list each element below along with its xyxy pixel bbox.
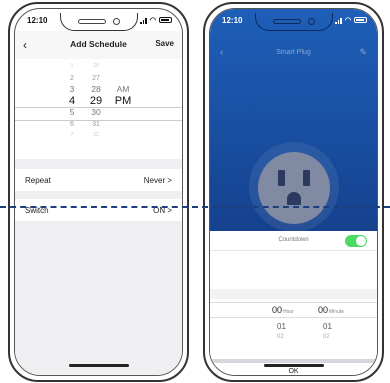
outlet-slot-right [302,170,310,186]
minute-next: 01 [323,322,332,331]
countdown-toggle[interactable] [345,235,367,247]
wifi-icon: ◠ [149,17,156,24]
status-time: 12:10 [222,16,243,25]
nav-bar: ‹ Add Schedule Save [15,31,182,59]
save-button[interactable]: Save [155,39,174,48]
ok-button[interactable]: OK [210,359,377,375]
section-divider [15,191,182,199]
home-indicator [263,364,324,367]
empty-area [15,221,182,375]
outlet-ground [286,192,301,205]
minute-next-2: 02 [323,334,330,340]
minute-option: 32 [93,132,99,138]
minute-option: 28 [91,84,101,94]
signal-icon [335,17,342,24]
dashed-divider-line [0,206,390,208]
phone-right: 12:10 ◠ ‹ Smart Plug ✎ Countdown 00Hour … [203,2,384,382]
screen-right: 12:10 ◠ ‹ Smart Plug ✎ Countdown 00Hour … [209,8,378,376]
hour-option: 5 [69,107,75,117]
countdown-picker[interactable]: 00Hour 00Minute 01 01 02 02 [210,299,377,359]
ampm-wheel[interactable]: AM PM [113,84,133,107]
hour-option: 7 [70,132,74,138]
ampm-option: PM [114,94,132,107]
status-icons: ◠ [335,16,367,24]
minute-option: 30 [91,107,101,117]
minute-value[interactable]: 00Minute [318,305,344,315]
hour-option: 2 [70,74,74,82]
hour-wheel[interactable]: 1 2 345 6 7 [65,61,79,142]
pencil-icon[interactable]: ✎ [359,47,367,58]
minute-option: 29 [89,94,103,107]
notch [254,13,333,31]
minute-wheel[interactable]: 26 27 28 29 30 31 32 [88,61,104,142]
repeat-label: Repeat [25,176,51,185]
header-area: 12:10 ◠ ‹ Smart Plug ✎ [210,9,377,232]
hour-next: 01 [277,322,286,331]
time-picker[interactable]: 1 2 345 6 7 26 27 28 29 30 31 32 AM PM [15,61,182,159]
status-icons: ◠ [140,16,172,24]
section-divider [15,159,182,169]
battery-icon [159,17,172,23]
screen-left: 12:10 ◠ ‹ Add Schedule Save 1 2 345 6 7 26 27… [14,8,183,376]
minute-option: 27 [92,74,100,82]
outlet-icon[interactable] [257,152,330,224]
device-title: Smart Plug [276,49,311,56]
wifi-icon: ◠ [344,17,351,24]
battery-icon [354,17,367,23]
canvas: 12:10 ◠ ‹ Add Schedule Save 1 2 345 6 7 26 27… [0,0,390,383]
repeat-value: Never > [143,176,172,185]
switch-row[interactable]: Switch ON > [15,199,182,221]
ampm-option: AM [116,84,130,94]
notch [59,13,138,31]
countdown-sheet: Countdown 00Hour 00Minute 01 01 02 02 OK [210,231,377,375]
hour-next-2: 02 [277,334,284,340]
phone-left: 12:10 ◠ ‹ Add Schedule Save 1 2 345 6 7 26 27… [8,2,189,382]
repeat-row[interactable]: Repeat Never > [15,169,182,191]
home-indicator [68,364,129,367]
hour-option: 3 [69,84,75,94]
status-time: 12:10 [27,16,48,25]
hour-option: 4 [68,94,76,107]
minute-option: 26 [93,63,99,69]
section-divider [210,289,377,299]
minute-option: 31 [92,120,100,128]
hour-option: 6 [70,120,74,128]
signal-icon [140,17,147,24]
outlet-slot-left [277,170,285,186]
hour-value[interactable]: 00Hour [272,305,294,315]
countdown-row: Countdown [210,231,377,251]
hour-option: 1 [70,63,74,69]
